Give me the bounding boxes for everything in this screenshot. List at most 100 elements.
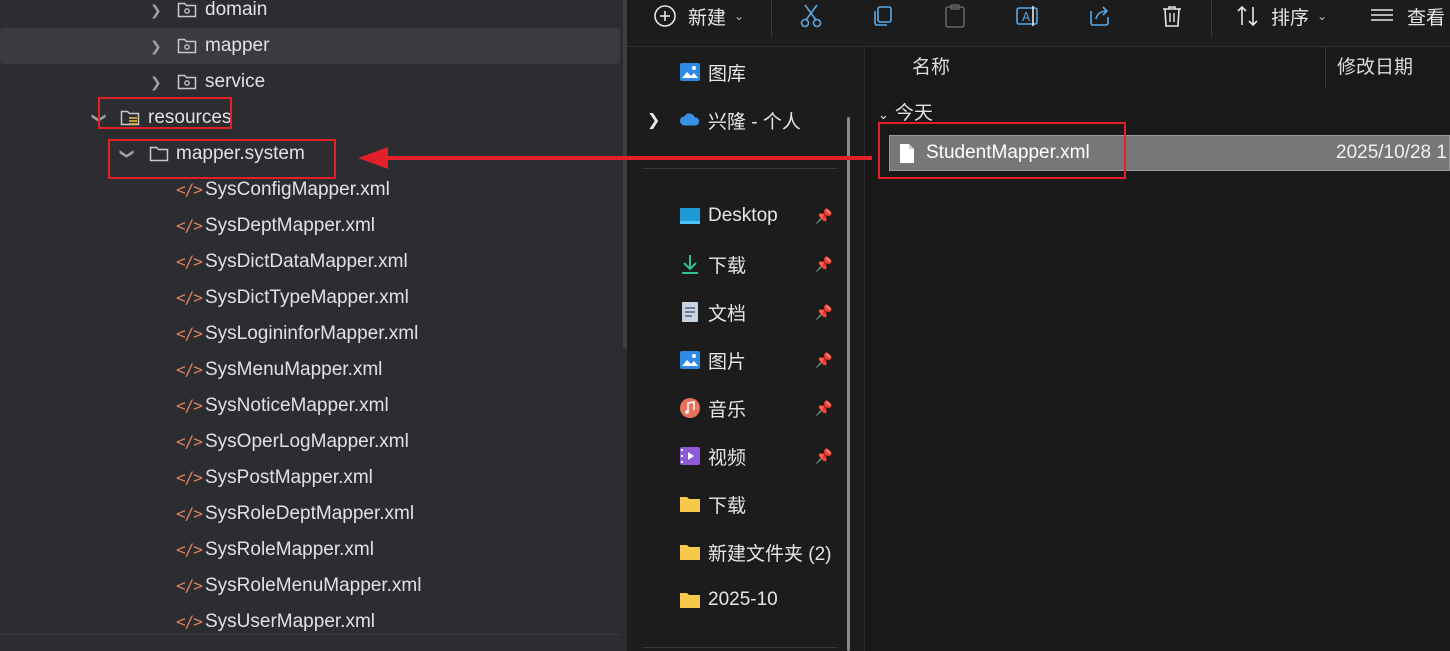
new-button[interactable]: 新建 ⌄ — [653, 0, 744, 32]
chevron-right-icon[interactable]: ❯ — [150, 64, 162, 100]
tree-item-xml-file[interactable]: </> SysPostMapper.xml — [0, 460, 620, 496]
nav-scrollbar[interactable] — [847, 117, 850, 651]
nav-item-gallery[interactable]: 图库 — [627, 52, 843, 92]
tree-item-xml-file[interactable]: </> SysMenuMapper.xml — [0, 352, 620, 388]
tree-item-xml-file[interactable]: </> SysRoleDeptMapper.xml — [0, 496, 620, 532]
nav-item-videos[interactable]: 视频 📌 — [627, 436, 843, 476]
tree-item-label: SysNoticeMapper.xml — [205, 395, 389, 416]
nav-item-label: 下载 — [708, 495, 747, 517]
chevron-right-icon[interactable]: ❯ — [150, 28, 162, 64]
nav-item-downloads[interactable]: 下载 📌 — [627, 244, 843, 284]
trash-icon — [1163, 6, 1181, 27]
xml-file-icon: </> — [176, 468, 203, 487]
tree-item-label: SysDictDataMapper.xml — [205, 251, 408, 272]
scissors-icon — [800, 4, 822, 28]
ide-project-tree: ❯ domain ❯ mapper ❯ service ❯ resources … — [0, 0, 627, 651]
tree-item-resources[interactable]: ❯ resources — [0, 100, 620, 136]
paste-icon — [945, 4, 965, 28]
tree-item-label: SysOperLogMapper.xml — [205, 431, 409, 452]
nav-item-music[interactable]: 音乐 📌 — [627, 388, 843, 428]
chevron-down-icon: ⌄ — [734, 9, 745, 23]
tree-item-xml-file[interactable]: </> SysRoleMapper.xml — [0, 532, 620, 568]
tree-item-label: SysRoleMapper.xml — [205, 539, 374, 560]
tree-item-xml-file[interactable]: </> SysOperLogMapper.xml — [0, 424, 620, 460]
tree-item-mapper[interactable]: ❯ mapper — [0, 28, 620, 64]
pictures-icon — [680, 351, 700, 369]
navigation-pane: 图库 ❯ 兴隆 - 个人 Desktop 📌 下载 📌 文档 📌 图片 📌 音乐… — [627, 47, 864, 651]
xml-file-icon: </> — [176, 288, 203, 307]
tree-item-service[interactable]: ❯ service — [0, 64, 620, 100]
plus-circle-icon — [654, 5, 676, 27]
folder-icon — [177, 74, 197, 90]
divider — [643, 168, 837, 169]
nav-item-onedrive[interactable]: ❯ 兴隆 - 个人 — [627, 100, 843, 140]
tree-item-label: SysDeptMapper.xml — [205, 215, 376, 236]
sort-button[interactable]: 排序 ⌄ — [1235, 0, 1327, 32]
copy-icon — [874, 6, 892, 26]
annotation-box-student-mapper — [878, 122, 1126, 179]
annotation-box-mapper-system — [108, 139, 336, 179]
sort-button-label: 排序 — [1271, 7, 1310, 29]
nav-item-label: Desktop — [708, 205, 778, 226]
xml-file-icon: </> — [176, 432, 203, 451]
tree-item-label: SysRoleDeptMapper.xml — [205, 503, 415, 524]
rename-button[interactable]: A — [1015, 0, 1041, 32]
tree-item-label: mapper — [205, 35, 270, 56]
new-button-label: 新建 — [688, 7, 727, 29]
tree-item-domain[interactable]: ❯ domain — [0, 0, 620, 28]
column-header-date[interactable]: 修改日期 — [1337, 47, 1413, 89]
pin-icon[interactable]: 📌 — [815, 352, 832, 369]
xml-file-icon: </> — [176, 576, 203, 595]
nav-item-pictures[interactable]: 图片 📌 — [627, 340, 843, 380]
nav-item-documents[interactable]: 文档 📌 — [627, 292, 843, 332]
chevron-down-icon: ⌄ — [878, 107, 889, 122]
nav-item-label: 2025-10 — [708, 589, 778, 610]
folder-icon — [680, 497, 700, 512]
column-resize-handle[interactable] — [1325, 47, 1326, 89]
xml-file-icon: </> — [176, 540, 203, 559]
tree-item-xml-file[interactable]: </> SysNoticeMapper.xml — [0, 388, 620, 424]
command-bar: 新建 ⌄ A 排序 ⌄ 查看 — [627, 0, 1450, 47]
nav-item-desktop[interactable]: Desktop 📌 — [627, 196, 843, 236]
tree-item-xml-file[interactable]: </> SysRoleMenuMapper.xml — [0, 568, 620, 604]
nav-item-label: 文档 — [708, 303, 747, 325]
tree-item-label: domain — [205, 0, 268, 20]
nav-item-label: 视频 — [708, 447, 747, 469]
tree-item-xml-file[interactable]: </> SysDictTypeMapper.xml — [0, 280, 620, 316]
nav-item-label: 音乐 — [708, 399, 747, 421]
pin-icon[interactable]: 📌 — [815, 448, 832, 465]
xml-file-icon: </> — [176, 252, 203, 271]
view-button[interactable]: 查看 — [1369, 0, 1445, 32]
tree-item-xml-file[interactable]: </> SysDeptMapper.xml — [0, 208, 620, 244]
videos-icon — [680, 447, 700, 465]
copy-button[interactable] — [871, 0, 895, 32]
nav-item-folder-downloads[interactable]: 下载 — [627, 484, 843, 524]
chevron-down-icon: ⌄ — [1317, 9, 1328, 23]
tree-item-xml-file[interactable]: </> SysLogininforMapper.xml — [0, 316, 620, 352]
toolbar-separator — [1211, 0, 1212, 36]
share-button[interactable] — [1088, 0, 1112, 32]
tree-item-xml-file[interactable]: </> SysDictDataMapper.xml — [0, 244, 620, 280]
pin-icon[interactable]: 📌 — [815, 256, 832, 273]
divider — [0, 634, 620, 635]
pin-icon[interactable]: 📌 — [815, 400, 832, 417]
view-button-label: 查看 — [1407, 7, 1446, 29]
nav-item-new-folder-2[interactable]: 新建文件夹 (2) — [627, 532, 843, 572]
share-icon — [1090, 6, 1109, 26]
chevron-right-icon[interactable]: ❯ — [150, 0, 162, 28]
group-label: 今天 — [894, 103, 933, 124]
view-list-icon — [1371, 9, 1393, 21]
gallery-icon — [680, 63, 700, 81]
pin-icon[interactable]: 📌 — [815, 304, 832, 321]
xml-file-icon: </> — [176, 324, 203, 343]
nav-item-label: 图库 — [708, 63, 747, 85]
delete-button[interactable] — [1160, 0, 1184, 32]
nav-item-2025-10[interactable]: 2025-10 — [627, 580, 843, 620]
tree-item-label: SysRoleMenuMapper.xml — [205, 575, 422, 596]
column-header-name[interactable]: 名称 — [912, 47, 950, 89]
paste-button[interactable] — [943, 0, 967, 32]
tree-item-label: SysDictTypeMapper.xml — [205, 287, 409, 308]
pin-icon[interactable]: 📌 — [815, 208, 832, 225]
cut-button[interactable] — [799, 0, 823, 32]
chevron-right-icon[interactable]: ❯ — [647, 110, 660, 130]
